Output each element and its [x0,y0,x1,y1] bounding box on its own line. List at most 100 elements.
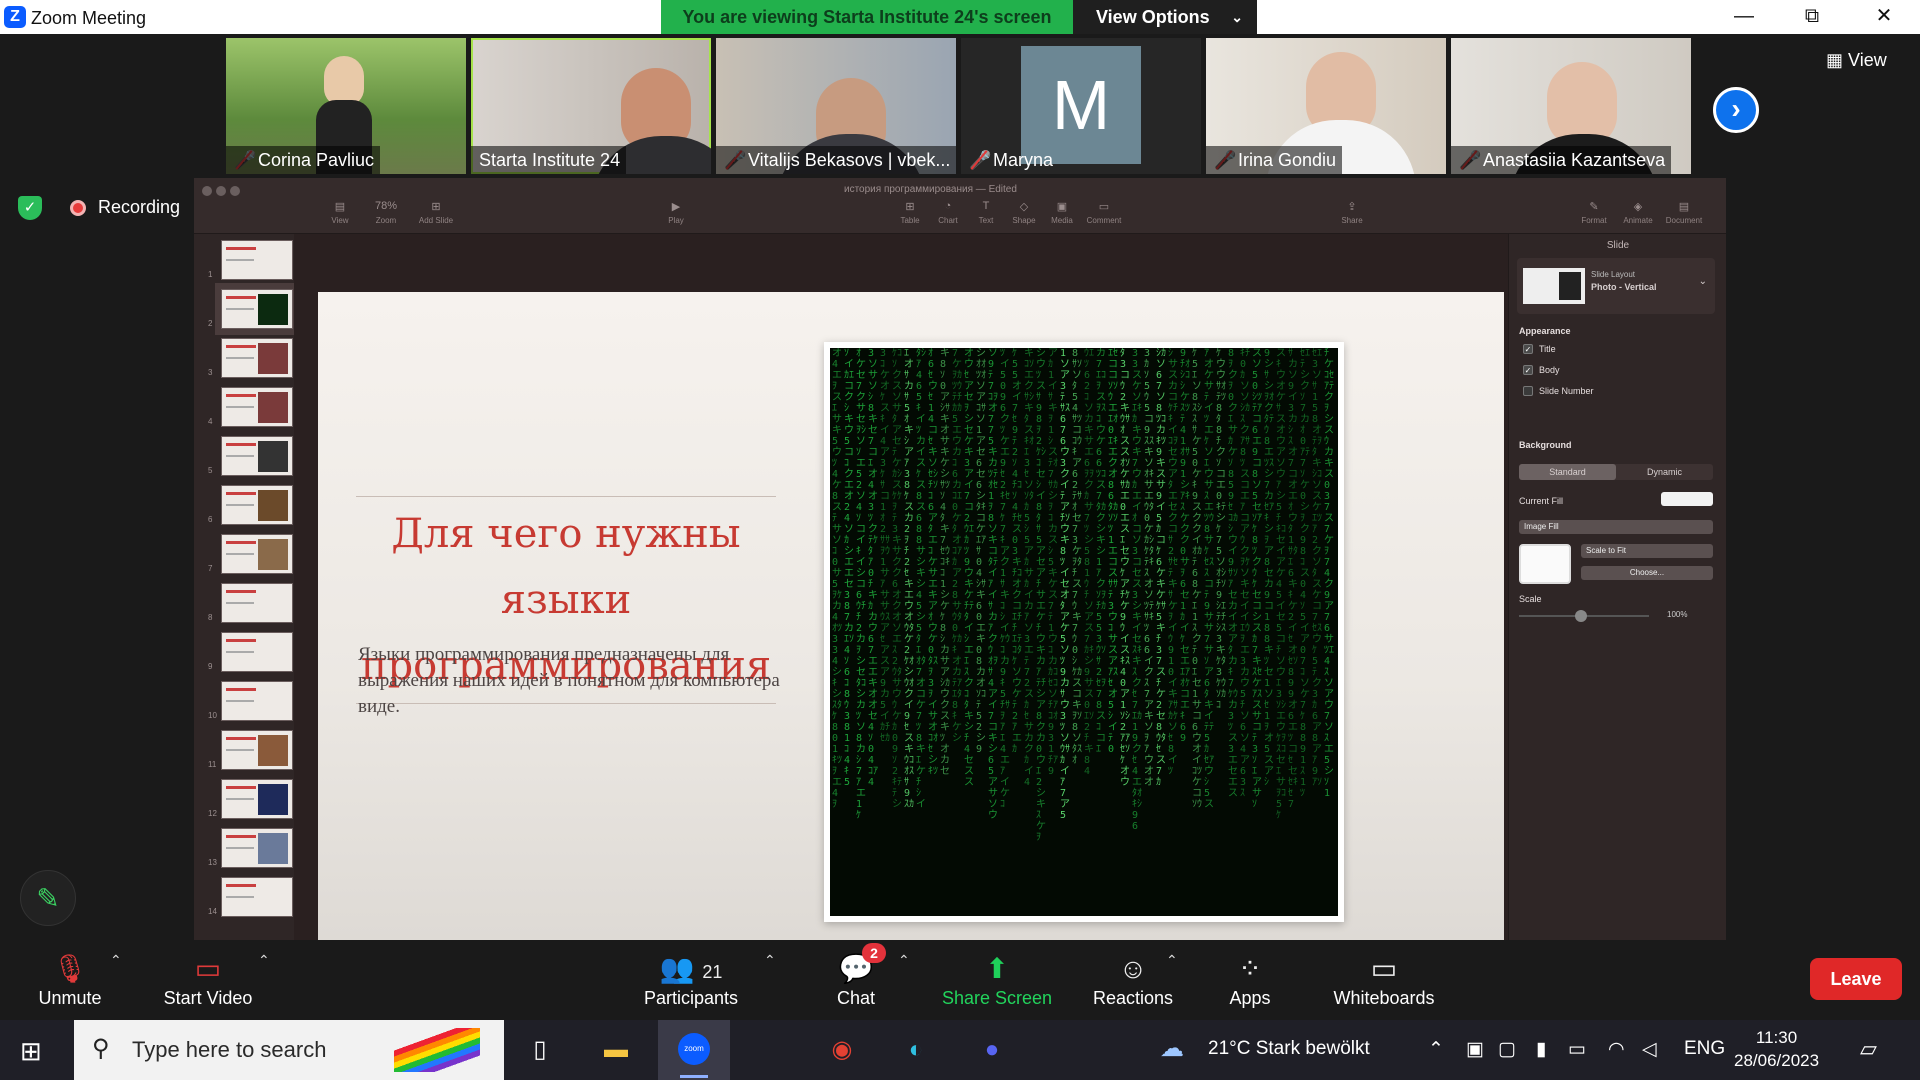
annotate-pencil-button[interactable]: ✎ [20,870,76,926]
security-shield-icon[interactable]: ✓ [18,196,42,220]
participants-options-caret[interactable]: ⌃ [764,952,776,969]
shared-screen[interactable]: история программирования — Edited ▤ View … [194,178,1726,940]
slide-canvas[interactable]: Для чего нужны языки программирования Яз… [318,292,1504,940]
slide-thumbnail[interactable] [221,240,293,280]
standard-option[interactable]: Standard [1519,464,1616,480]
play-tool[interactable]: ▶ Play [656,200,696,225]
minimize-button[interactable]: — [1716,0,1772,34]
view-button[interactable]: ▦ View [1826,50,1887,71]
language-indicator[interactable]: ENG [1684,1038,1725,1060]
battery-icon[interactable]: ▭ [1568,1038,1586,1061]
body-checkbox[interactable]: ✓ [1523,365,1533,375]
slide-number: 10 [208,711,217,720]
slide-thumbnail[interactable] [221,877,293,917]
slide-body-text[interactable]: Языки программирования предназначены для… [358,642,788,720]
slide-number-checkbox[interactable] [1523,386,1533,396]
choose-image-button[interactable]: Choose... [1581,566,1713,580]
slide-thumbnail[interactable] [221,387,293,427]
format-tool[interactable]: ✎ Format [1574,200,1614,225]
matrix-code-image[interactable]: オ4エｦスｴ サキ5ウﾂ4ケ8スﾃサソｺ0 サ5ｦｹカ4 ｵﾂ334シｷシｽﾀｹ… [824,342,1344,922]
close-dot-icon[interactable] [202,186,212,196]
zoom-tool[interactable]: 78% Zoom [366,200,406,225]
add-slide-tool[interactable]: ⊞ Add Slide [416,200,456,225]
slide-layout-picker[interactable]: Slide Layout Photo - Vertical ⌄ [1517,258,1715,314]
slide-thumbnail[interactable] [221,632,293,672]
leave-button[interactable]: Leave [1810,958,1902,1000]
view-tool[interactable]: ▤ View [320,200,360,225]
text-tool[interactable]: T Text [966,200,1006,225]
view-options-button[interactable]: View Options ⌄ [1073,0,1257,34]
media-tool[interactable]: ▣ Media [1042,200,1082,225]
slide-number: 2 [208,319,213,328]
participant-tile[interactable]: 🎤 Irina Gondiu [1206,38,1446,174]
slide-thumbnail[interactable] [221,289,293,329]
title-checkbox[interactable]: ✓ [1523,344,1533,354]
unmute-button[interactable]: 🎙 Unmute [30,950,110,1009]
scale-value[interactable]: 100% [1667,610,1687,619]
chart-tool[interactable]: ◔ Chart [928,200,968,225]
slide-thumbnail[interactable] [221,338,293,378]
document-tool[interactable]: ▤ Document [1664,200,1704,225]
apps-button[interactable]: ⁘ Apps [1222,950,1278,1009]
participant-tile[interactable]: M 🎤 Maryna [961,38,1201,174]
screen-share-tray-icon[interactable]: ▢ [1498,1038,1516,1061]
zoom-taskbar-button[interactable]: zoom [658,1020,730,1080]
slide-thumbnail[interactable] [221,583,293,623]
meet-now-icon[interactable]: ▣ [1466,1038,1484,1061]
shape-tool[interactable]: ◇ Shape [1004,200,1044,225]
comment-tool[interactable]: ▭ Comment [1084,200,1124,225]
reactions-options-caret[interactable]: ⌃ [1166,952,1178,969]
fill-image-preview[interactable] [1519,544,1571,584]
participant-tile[interactable]: 🎤 Vitalijs Bekasovs | vbek... [716,38,956,174]
scale-slider-knob[interactable] [1575,610,1587,622]
participant-tile[interactable]: 🎤 Anastasiia Kazantseva [1451,38,1691,174]
background-mode-toggle[interactable]: Standard Dynamic [1519,464,1713,480]
gallery-next-button[interactable]: › [1713,87,1759,133]
slide-thumbnail[interactable] [221,534,293,574]
taskbar-search-box[interactable]: ⚲ Type here to search [74,1020,504,1080]
participant-tile-active-speaker[interactable]: Starta Institute 24 [471,38,711,174]
file-explorer-icon[interactable]: ▬ [596,1034,636,1066]
reactions-button[interactable]: ☺ Reactions [1088,950,1178,1009]
layout-value: Photo - Vertical [1591,282,1657,292]
slide-thumbnail[interactable] [221,828,293,868]
minimize-dot-icon[interactable] [216,186,226,196]
slide-thumbnail[interactable] [221,730,293,770]
show-hidden-icons[interactable]: ⌃ [1428,1038,1444,1061]
wifi-icon[interactable]: ◠ [1608,1038,1625,1061]
video-options-caret[interactable]: ⌃ [258,952,270,969]
slide-thumbnail[interactable] [221,436,293,476]
start-video-button[interactable]: ▭ Start Video [158,950,258,1009]
edge-icon[interactable]: ◐ [896,1034,936,1066]
notifications-icon[interactable]: ▱ [1860,1036,1877,1062]
inspector-tab-slide[interactable]: Slide [1509,240,1727,251]
slide-thumbnail[interactable] [221,681,293,721]
weather-cloud-icon[interactable]: ☁ [1160,1034,1184,1063]
table-tool[interactable]: ⊞ Table [890,200,930,225]
microphone-tray-icon[interactable]: ▮ [1536,1038,1546,1061]
slide-thumbnail[interactable] [221,779,293,819]
dynamic-option[interactable]: Dynamic [1616,464,1713,480]
windows-start-icon[interactable]: ⊞ [20,1036,42,1067]
participants-button[interactable]: 👥 21 Participants [638,950,744,1009]
share-tool[interactable]: ⇪ Share [1332,200,1372,225]
image-fill-select[interactable]: Image Fill [1519,520,1713,534]
task-view-icon[interactable]: ▯ [520,1034,560,1066]
audio-options-caret[interactable]: ⌃ [110,952,122,969]
share-screen-button[interactable]: ⬆ Share Screen [940,950,1054,1009]
weather-text[interactable]: 21°C Stark bewölkt [1208,1038,1370,1060]
volume-icon[interactable]: ◁ [1642,1038,1657,1061]
zoom-dot-icon[interactable] [230,186,240,196]
participant-tile[interactable]: 🎤 Corina Pavliuc [226,38,466,174]
discord-icon[interactable]: ● [972,1034,1012,1066]
restore-button[interactable]: ⧉ [1784,0,1840,34]
animate-tool[interactable]: ◈ Animate [1618,200,1658,225]
close-button[interactable]: ✕ [1856,0,1912,34]
slide-thumbnail[interactable] [221,485,293,525]
taskbar-clock[interactable]: 11:30 28/06/2023 [1734,1026,1819,1072]
whiteboards-button[interactable]: ▭ Whiteboards [1328,950,1440,1009]
scale-to-fit-select[interactable]: Scale to Fit [1581,544,1713,558]
chat-options-caret[interactable]: ⌃ [898,952,910,969]
fill-color-well[interactable] [1661,492,1713,506]
chrome-icon[interactable]: ◉ [822,1034,862,1066]
